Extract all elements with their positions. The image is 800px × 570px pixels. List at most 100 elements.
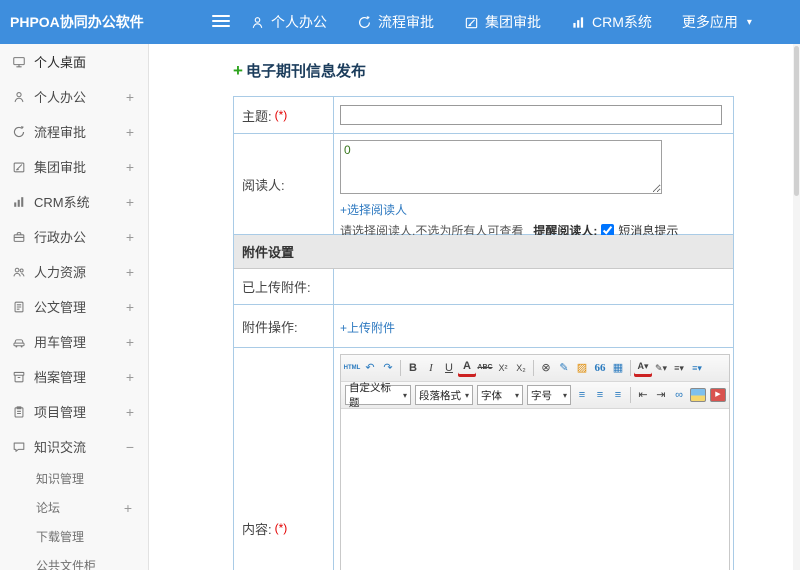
attachment-section-header: 附件设置 <box>234 235 733 269</box>
sidebar-item-label: CRM系统 <box>34 195 90 210</box>
expand-icon[interactable]: + <box>124 124 136 140</box>
scrollbar-thumb[interactable] <box>794 46 799 196</box>
expand-icon[interactable]: + <box>124 264 136 280</box>
upload-attachment-link[interactable]: +上传附件 <box>340 319 395 336</box>
font-color-button[interactable]: A <box>458 359 476 377</box>
subject-label-text: 主题: <box>242 108 272 124</box>
topbar-item-process-approval[interactable]: 流程审批 <box>357 12 434 32</box>
menu-icon[interactable] <box>212 15 230 29</box>
sidebar-subitem-public-cabinet[interactable]: 公共文件柜 <box>0 551 148 570</box>
redo-button[interactable]: ↷ <box>379 359 397 377</box>
page-title-text: 电子期刊信息发布 <box>245 63 366 80</box>
expand-icon[interactable]: + <box>122 500 134 516</box>
align-center-button[interactable]: ≡ <box>591 386 609 404</box>
topbar-item-group-approval[interactable]: 集团审批 <box>464 12 541 32</box>
sidebar-item-personal-office[interactable]: 个人办公 + <box>0 79 148 114</box>
topbar-item-personal-office[interactable]: 个人办公 <box>250 12 327 32</box>
sidebar-subitem-knowledge-mgmt[interactable]: 知识管理 <box>0 464 148 493</box>
ordered-list-button[interactable]: ≡▾ <box>670 359 688 377</box>
uploaded-attachments-label-text: 已上传附件: <box>242 280 311 295</box>
sidebar-item-knowledge[interactable]: 知识交流 − <box>0 429 148 464</box>
publish-form: 主题: (*) 阅读人: 0 +选择阅读人 请选择阅读人,不选为所有人可查看 提… <box>233 96 734 570</box>
indent-button[interactable]: ⇥ <box>652 386 670 404</box>
uploaded-attachments-row: 已上传附件: <box>234 269 733 305</box>
sidebar-item-admin-office[interactable]: 行政办公 + <box>0 219 148 254</box>
topbar-item-label: 更多应用 <box>681 14 738 30</box>
chart-icon <box>571 15 586 30</box>
paragraph-format-select[interactable]: 段落格式 ▾ <box>415 385 473 405</box>
expand-icon[interactable]: + <box>124 194 136 210</box>
expand-icon[interactable]: + <box>124 159 136 175</box>
sidebar-item-document-mgmt[interactable]: 公文管理 + <box>0 289 148 324</box>
readers-textarea[interactable]: 0 <box>340 140 662 194</box>
underline-button[interactable]: U <box>440 359 458 377</box>
sidebar-subitem-download-mgmt[interactable]: 下载管理 <box>0 522 148 551</box>
subject-row: 主题: (*) <box>234 97 733 134</box>
insert-image-button[interactable] <box>690 388 706 402</box>
collapse-icon[interactable]: − <box>124 439 136 455</box>
text-color-picker-button[interactable]: A▾ <box>634 359 652 377</box>
user-icon <box>250 15 265 30</box>
toolbar-separator <box>533 360 534 376</box>
page-scrollbar[interactable] <box>793 44 800 570</box>
edit-icon <box>464 15 479 30</box>
sidebar-subitem-forum[interactable]: 论坛 + <box>0 493 148 522</box>
align-right-button[interactable]: ≡ <box>609 386 627 404</box>
fill-color-button[interactable]: ▨ <box>573 359 591 377</box>
readers-label-text: 阅读人: <box>242 177 285 193</box>
subscript-button[interactable]: X₂ <box>512 359 530 377</box>
sidebar-item-crm[interactable]: CRM系统 + <box>0 184 148 219</box>
bold-button[interactable]: B <box>404 359 422 377</box>
italic-button[interactable]: I <box>422 359 440 377</box>
font-family-select[interactable]: 字体 ▾ <box>477 385 523 405</box>
sidebar-item-process-approval[interactable]: 流程审批 + <box>0 114 148 149</box>
undo-button[interactable]: ↶ <box>361 359 379 377</box>
unordered-list-button[interactable]: ≡▾ <box>688 359 706 377</box>
attachment-section-title: 附件设置 <box>242 245 295 260</box>
expand-icon[interactable]: + <box>124 89 136 105</box>
format-painter-button[interactable]: ✎ <box>555 359 573 377</box>
topbar-item-crm[interactable]: CRM系统 <box>571 12 652 32</box>
source-code-button[interactable]: HTML <box>343 359 361 377</box>
caret-down-icon: ▾ <box>514 390 519 400</box>
sidebar-item-archive-mgmt[interactable]: 档案管理 + <box>0 359 148 394</box>
subject-label: 主题: (*) <box>234 97 334 133</box>
topbar-item-more-apps[interactable]: 更多应用 ▾ <box>682 12 752 32</box>
highlight-color-button[interactable]: ✎▾ <box>652 359 670 377</box>
outdent-button[interactable]: ⇤ <box>634 386 652 404</box>
expand-icon[interactable]: + <box>124 334 136 350</box>
expand-icon[interactable]: + <box>124 404 136 420</box>
box-icon <box>12 370 26 384</box>
expand-icon[interactable]: + <box>124 369 136 385</box>
insert-link-button[interactable]: ∞ <box>670 386 688 404</box>
sidebar-item-personal-desktop[interactable]: 个人桌面 <box>0 44 148 79</box>
font-size-select-label: 字号 <box>531 389 552 402</box>
sidebar-item-label: 个人办公 <box>34 90 87 105</box>
expand-icon[interactable]: + <box>124 299 136 315</box>
sidebar-item-label: 个人桌面 <box>34 55 87 70</box>
car-icon <box>12 335 26 349</box>
sidebar-item-hr[interactable]: 人力资源 + <box>0 254 148 289</box>
expand-icon[interactable]: + <box>124 229 136 245</box>
heading-select[interactable]: 自定义标题 ▾ <box>345 382 411 408</box>
subject-input[interactable] <box>340 105 722 125</box>
sidebar-item-group-approval[interactable]: 集团审批 + <box>0 149 148 184</box>
topbar-item-label: 集团审批 <box>485 14 541 30</box>
align-left-button[interactable]: ≡ <box>573 386 591 404</box>
monitor-icon <box>12 55 26 69</box>
strikethrough-button[interactable]: ABC <box>476 359 494 377</box>
editor-toolbar-row-2: 自定义标题 ▾ 段落格式 ▾ 字体 ▾ 字号 ▾ ≡ ≡ ≡ ⇤ ⇥ ∞ ▶ <box>341 382 729 409</box>
superscript-button[interactable]: X² <box>494 359 512 377</box>
topbar-item-label: 个人办公 <box>271 14 327 30</box>
insert-table-button[interactable]: ▦ <box>609 359 627 377</box>
remove-format-button[interactable]: ⊗ <box>537 359 555 377</box>
sidebar-item-project-mgmt[interactable]: 项目管理 + <box>0 394 148 429</box>
topbar-item-label: CRM系统 <box>592 14 652 30</box>
select-readers-link[interactable]: +选择阅读人 <box>340 201 407 218</box>
sidebar-item-vehicle-mgmt[interactable]: 用车管理 + <box>0 324 148 359</box>
sidebar-item-label: 集团审批 <box>34 160 87 175</box>
font-size-select[interactable]: 字号 ▾ <box>527 385 571 405</box>
insert-media-button[interactable]: ▶ <box>710 388 726 402</box>
blockquote-button[interactable]: 66 <box>591 359 609 377</box>
editor-content[interactable] <box>341 409 729 570</box>
